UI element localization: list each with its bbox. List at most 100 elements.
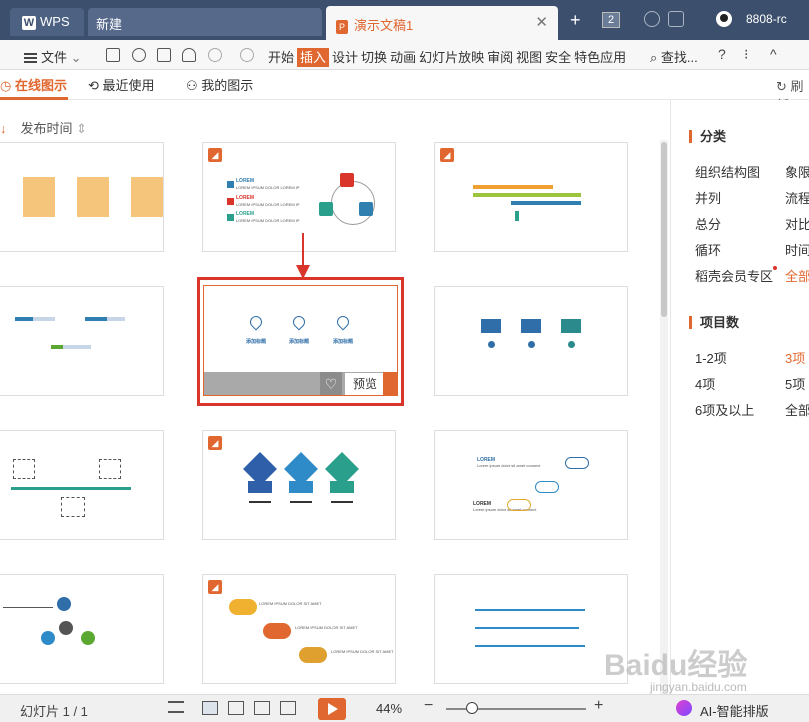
tab-review[interactable]: 审阅: [487, 50, 513, 65]
category-total-sub[interactable]: 总分: [695, 214, 721, 233]
thumb-dot: [59, 621, 73, 635]
save-icon[interactable]: [106, 48, 120, 62]
category-member-zone[interactable]: 稻壳会员专区: [695, 266, 778, 285]
category-quadrant[interactable]: 象限: [785, 162, 809, 181]
template-logo-icon: ◢: [440, 148, 454, 162]
scrollbar[interactable]: [660, 140, 668, 694]
template-card[interactable]: [0, 142, 164, 252]
tab-new-label: 新建: [96, 17, 123, 32]
favorite-heart-icon[interactable]: ♡: [320, 372, 342, 395]
format-painter-icon[interactable]: [182, 48, 196, 62]
tab-online-diagrams[interactable]: ◷ 在线图示: [0, 75, 67, 94]
insert-strip[interactable]: [383, 372, 397, 395]
tab-view[interactable]: 视图: [516, 50, 542, 65]
tab-animation[interactable]: 动画: [390, 50, 416, 65]
undo-icon[interactable]: [208, 48, 222, 62]
category-cycle[interactable]: 循环: [695, 240, 721, 259]
tab-wps[interactable]: W WPS: [10, 8, 84, 36]
print-preview-icon[interactable]: [132, 48, 146, 62]
category-process[interactable]: 流程: [785, 188, 809, 207]
tab-recent[interactable]: ⟲ 最近使用: [88, 75, 155, 94]
tab-document[interactable]: P 演示文稿1 ✕: [326, 6, 558, 40]
thumb-icon: [227, 198, 234, 205]
redo-icon[interactable]: [240, 48, 254, 62]
count-5[interactable]: 5项: [785, 374, 805, 393]
thumb-bar: [15, 317, 33, 321]
avatar-icon[interactable]: [716, 11, 732, 27]
thumb-screen: [481, 319, 501, 333]
reading-view-icon[interactable]: [254, 701, 270, 715]
add-tab-icon[interactable]: +: [570, 10, 581, 31]
preview-button[interactable]: 预览: [344, 372, 386, 395]
thumb-arrow: [511, 201, 581, 205]
thumb-dot: [57, 597, 71, 611]
help-icon[interactable]: ?: [718, 46, 726, 62]
template-card[interactable]: ◢ LOREM LOREM IPSUM DOLOR LOREM IP LOREM…: [202, 142, 396, 252]
zoom-in-icon[interactable]: +: [594, 697, 603, 715]
count-3[interactable]: 3项: [785, 348, 805, 367]
template-card[interactable]: LOREM Lorem ipsum dolor sit amet connect…: [434, 430, 628, 540]
tab-special[interactable]: 特色应用: [574, 50, 626, 65]
thumb-text: LOREM IPSUM DOLOR SIT AMET: [259, 601, 322, 606]
slide-sorter-icon[interactable]: [228, 701, 244, 715]
category-org-chart[interactable]: 组织结构图: [695, 162, 760, 181]
thumb-bar: [85, 317, 107, 321]
print-icon[interactable]: [157, 48, 171, 62]
user-id[interactable]: 8808-rc: [746, 12, 787, 26]
skin-icon[interactable]: [644, 11, 660, 27]
template-card[interactable]: ◢: [202, 430, 396, 540]
template-card[interactable]: [0, 574, 164, 684]
close-tab-icon[interactable]: ✕: [535, 13, 548, 31]
template-card-hovered[interactable]: 添加标题 添加标题 添加标题 ♡ 预览: [203, 285, 398, 396]
presentation-file-icon: P: [336, 20, 348, 34]
thumb-arrow: [473, 193, 581, 197]
ai-layout-button[interactable]: AI-智能排版: [700, 701, 769, 720]
count-1-2[interactable]: 1-2项: [695, 348, 727, 367]
search-button[interactable]: ⌕ 查找...: [650, 47, 698, 66]
tab-security[interactable]: 安全: [545, 50, 571, 65]
zoom-level[interactable]: 44%: [376, 701, 402, 716]
tab-slideshow[interactable]: 幻灯片放映: [419, 50, 484, 65]
active-tab-indicator: [0, 97, 68, 100]
zoom-slider-handle[interactable]: [466, 702, 478, 714]
wps-logo-icon: W: [22, 16, 36, 30]
notes-icon[interactable]: [168, 701, 184, 713]
scrollbar-thumb[interactable]: [661, 142, 667, 317]
online-icon: ◷: [0, 78, 12, 93]
thumb-block: [330, 481, 354, 493]
template-card[interactable]: [0, 430, 164, 540]
window-icon[interactable]: [668, 11, 684, 27]
count-4[interactable]: 4项: [695, 374, 715, 393]
template-card[interactable]: [434, 286, 628, 396]
count-6-plus[interactable]: 6项及以上: [695, 400, 754, 419]
category-compare[interactable]: 对比: [785, 214, 809, 233]
tab-transition[interactable]: 切换: [361, 50, 387, 65]
tab-design[interactable]: 设计: [332, 50, 358, 65]
template-card[interactable]: ◢ LOREM IPSUM DOLOR SIT AMET LOREM IPSUM…: [202, 574, 396, 684]
card-action-bar: ♡ 预览: [204, 372, 397, 395]
tab-my-diagrams[interactable]: ⚇ 我的图示: [186, 75, 253, 94]
normal-view-icon[interactable]: [202, 701, 218, 715]
file-menu[interactable]: 文件 ⌄: [24, 47, 82, 66]
tab-home[interactable]: 开始: [268, 50, 294, 65]
tab-my-label: 我的图示: [201, 78, 254, 93]
sort-control[interactable]: ↓ 发布时间 ⇕: [0, 118, 87, 137]
template-card[interactable]: ◢: [434, 142, 628, 252]
play-button[interactable]: [318, 698, 346, 720]
collapse-ribbon-icon[interactable]: ^: [770, 46, 777, 62]
template-logo-icon: ◢: [208, 148, 222, 162]
category-time[interactable]: 时间: [785, 240, 809, 259]
category-all[interactable]: 全部: [785, 266, 809, 285]
category-parallel[interactable]: 并列: [695, 188, 721, 207]
zoom-out-icon[interactable]: −: [424, 697, 433, 715]
template-card[interactable]: [0, 286, 164, 396]
tab-insert[interactable]: 插入: [297, 48, 330, 67]
template-card[interactable]: [434, 574, 628, 684]
count-all[interactable]: 全部: [785, 400, 809, 419]
presenter-view-icon[interactable]: [280, 701, 296, 715]
more-icon[interactable]: ⁝: [744, 46, 748, 63]
category-member-zone-label: 稻壳会员专区: [695, 269, 774, 284]
window-count-badge[interactable]: 2: [602, 12, 620, 28]
ai-icon[interactable]: [676, 700, 692, 716]
tab-new[interactable]: 新建: [88, 8, 322, 36]
